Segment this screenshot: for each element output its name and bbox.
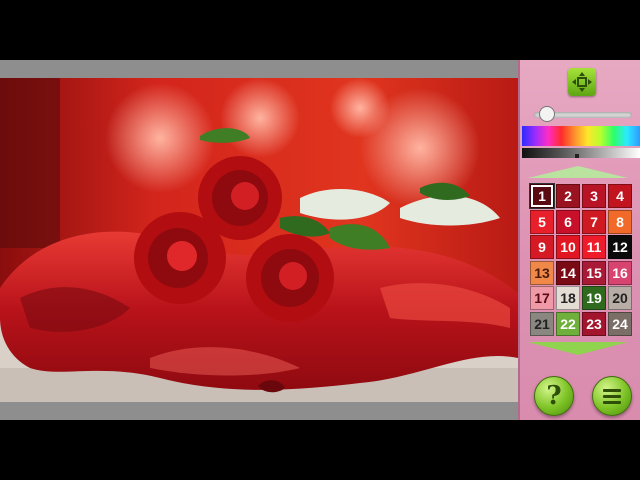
color-swatch-16[interactable]: 16 <box>608 260 632 285</box>
zoom-fit-icon <box>572 72 592 92</box>
menu-button[interactable] <box>592 376 632 416</box>
color-swatch-17[interactable]: 17 <box>530 286 554 310</box>
color-swatch-1[interactable]: 1 <box>530 184 554 208</box>
paint-by-number-canvas[interactable] <box>0 78 518 402</box>
color-swatch-18[interactable]: 18 <box>556 286 580 310</box>
shade-bar[interactable] <box>522 148 640 158</box>
zoom-fit-button[interactable] <box>568 68 596 96</box>
color-swatch-11[interactable]: 11 <box>582 235 606 259</box>
color-swatch-3[interactable]: 3 <box>582 184 606 208</box>
color-swatch-7[interactable]: 7 <box>582 209 606 234</box>
color-swatch-15[interactable]: 15 <box>582 260 606 285</box>
color-swatch-21[interactable]: 21 <box>530 311 554 336</box>
color-swatch-9[interactable]: 9 <box>530 235 554 259</box>
color-palette: 1 2 3 4 5 6 7 8 9 10 11 12 13 14 15 16 17 18 19 20 21 22 23 24 <box>530 184 634 336</box>
help-button[interactable]: ? <box>534 376 574 416</box>
slider-handle[interactable] <box>538 106 555 122</box>
color-swatch-10[interactable]: 10 <box>556 235 580 259</box>
color-swatch-12[interactable]: 12 <box>608 235 632 259</box>
color-swatch-14[interactable]: 14 <box>556 260 580 285</box>
color-swatch-13[interactable]: 13 <box>530 260 554 285</box>
color-swatch-23[interactable]: 23 <box>582 311 606 336</box>
canvas-area <box>0 60 518 420</box>
color-swatch-19[interactable]: 19 <box>582 286 606 310</box>
color-swatch-22[interactable]: 22 <box>556 311 580 336</box>
color-swatch-20[interactable]: 20 <box>608 286 632 310</box>
palette-scroll-down-button[interactable] <box>528 342 628 355</box>
brightness-slider[interactable] <box>534 106 632 122</box>
palette-scroll-up-button[interactable] <box>528 166 628 178</box>
color-swatch-24[interactable]: 24 <box>608 311 632 336</box>
shade-marker <box>575 154 579 158</box>
tool-panel: 1 2 3 4 5 6 7 8 9 10 11 12 13 14 15 16 17 18 19 20 21 22 23 24 … <box>518 60 640 420</box>
hue-spectrum[interactable] <box>522 126 640 146</box>
help-icon: ? <box>546 381 562 411</box>
color-swatch-4[interactable]: 4 <box>608 184 632 208</box>
color-swatch-8[interactable]: 8 <box>608 209 632 234</box>
color-swatch-2[interactable]: 2 <box>556 184 580 208</box>
color-swatch-6[interactable]: 6 <box>556 209 580 234</box>
color-swatch-5[interactable]: 5 <box>530 209 554 234</box>
